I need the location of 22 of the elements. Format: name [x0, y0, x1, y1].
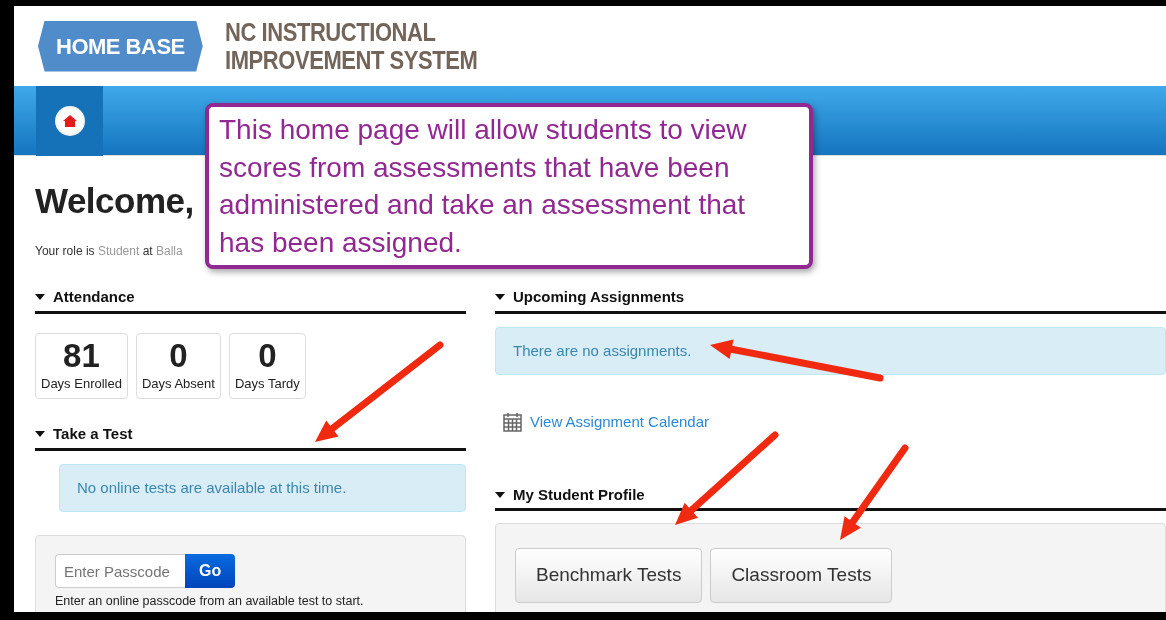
section-header[interactable]: My Student Profile	[495, 483, 1166, 511]
welcome-heading: Welcome,	[35, 180, 194, 222]
system-name: NC INSTRUCTIONAL IMPROVEMENT SYSTEM	[224, 18, 478, 74]
go-button[interactable]: Go	[185, 554, 236, 588]
logo[interactable]: HOME BASE	[38, 20, 203, 72]
info-message: No online tests are available at this time.	[59, 463, 466, 512]
stat-label: Days Tardy	[234, 374, 300, 393]
role-line: Your role is Student at Balla	[35, 243, 183, 260]
passcode-field[interactable]: Enter Passcode	[55, 554, 185, 588]
stat-value: 0	[168, 337, 189, 374]
stat-value: 81	[62, 337, 101, 374]
profile-button[interactable]: Classroom Tests	[710, 548, 893, 603]
profile-button[interactable]: Benchmark Tests	[515, 548, 703, 603]
help-text: Enter an online passcode from an available test to start.	[55, 593, 365, 610]
info-message: There are no assignments.	[495, 326, 1166, 375]
stat-label: Days Absent	[141, 374, 215, 393]
stat-value: 0	[257, 337, 278, 374]
stat-label: Days Enrolled	[41, 374, 122, 393]
section-header[interactable]: Upcoming Assignments	[495, 286, 1166, 314]
callout-note: This home page will allow students to view scores from assessments that have been administered and take an assessment that has been assigned.	[205, 103, 813, 269]
calendar-link[interactable]: View Assignment Calendar	[530, 411, 709, 434]
section-header[interactable]: Attendance	[35, 286, 466, 314]
